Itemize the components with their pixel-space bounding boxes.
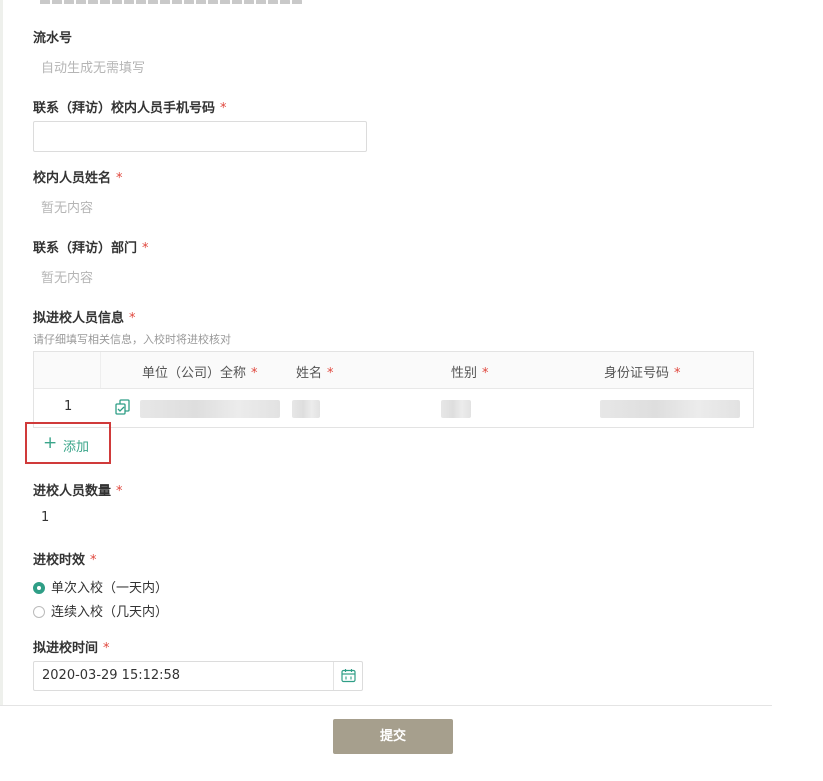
serial-placeholder: 自动生成无需填写	[41, 61, 146, 76]
cut-off-text	[40, 0, 320, 4]
redacted-id-number	[600, 400, 740, 418]
phone-label: 联系（拜访）校内人员手机号码 *	[33, 101, 227, 116]
radio-selected-icon	[33, 582, 45, 594]
redacted-gender	[441, 400, 471, 418]
required-mark: *	[116, 484, 123, 499]
column-header-company: 单位（公司）全称 *	[142, 366, 258, 381]
redacted-name	[292, 400, 320, 418]
staff-name-label: 校内人员姓名 *	[33, 171, 123, 186]
department-label: 联系（拜访）部门 *	[33, 241, 149, 256]
serial-label: 流水号	[33, 31, 73, 46]
add-label: 添加	[63, 440, 90, 455]
row-index: 1	[64, 399, 73, 414]
column-header-name: 姓名 *	[296, 366, 334, 381]
required-mark: *	[220, 101, 227, 116]
column-header-id-number: 身份证号码 *	[604, 366, 681, 381]
table-header: 单位（公司）全称 * 姓名 * 性别 * 身份证号码 *	[34, 352, 753, 389]
validity-label: 进校时效 *	[33, 553, 97, 568]
count-label: 进校人员数量 *	[33, 484, 123, 499]
left-border	[0, 0, 3, 705]
footer-divider	[0, 705, 772, 706]
calendar-icon[interactable]	[341, 668, 356, 683]
radio-unselected-icon	[33, 606, 45, 618]
plus-icon: +	[43, 433, 58, 453]
copy-doc-icon[interactable]	[115, 399, 131, 415]
visitors-label: 拟进校人员信息 *	[33, 311, 136, 326]
required-mark: *	[129, 311, 136, 326]
staff-name-value: 暂无内容	[41, 201, 94, 216]
count-value: 1	[41, 510, 50, 525]
submit-button[interactable]: 提交	[333, 719, 453, 754]
phone-input[interactable]	[33, 121, 367, 152]
visitors-hint: 请仔细填写相关信息，入校时将进校核对	[33, 333, 231, 346]
redacted-company	[140, 400, 280, 418]
required-mark: *	[142, 241, 149, 256]
entry-time-picker[interactable]: 2020-03-29 15:12:58	[33, 661, 363, 691]
entry-time-value: 2020-03-29 15:12:58	[42, 668, 181, 683]
required-mark: *	[116, 171, 123, 186]
required-mark: *	[90, 553, 97, 568]
visitors-table: 单位（公司）全称 * 姓名 * 性别 * 身份证号码 * 1	[33, 351, 754, 428]
department-value: 暂无内容	[41, 271, 94, 286]
required-mark: *	[103, 641, 110, 656]
entry-time-label: 拟进校时间 *	[33, 641, 110, 656]
picker-divider	[333, 662, 334, 690]
radio-single-entry[interactable]: 单次入校（一天内）	[33, 577, 168, 596]
add-visitor-button[interactable]: + 添加	[25, 422, 111, 464]
column-header-gender: 性别 *	[451, 366, 489, 381]
radio-multi-entry[interactable]: 连续入校（几天内）	[33, 601, 168, 620]
column-divider	[100, 352, 101, 388]
